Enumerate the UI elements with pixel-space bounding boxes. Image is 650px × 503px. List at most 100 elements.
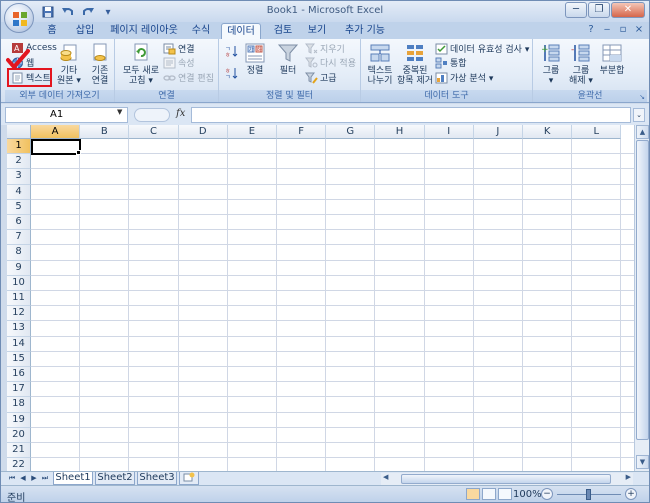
scroll-up-icon[interactable]: ▲ bbox=[636, 125, 649, 139]
consolidate-button[interactable]: 통합 bbox=[435, 56, 467, 69]
insert-sheet-button[interactable] bbox=[179, 472, 199, 485]
row-header-16[interactable]: 16 bbox=[7, 367, 31, 383]
column-header-l[interactable]: L bbox=[572, 125, 622, 139]
row-header-3[interactable]: 3 bbox=[7, 169, 31, 185]
properties-button[interactable]: 속성 bbox=[163, 56, 195, 69]
restore-icon[interactable]: ▫ bbox=[617, 24, 629, 35]
row-header-22[interactable]: 22 bbox=[7, 458, 31, 471]
filter-button[interactable]: 필터 bbox=[275, 42, 301, 76]
sheet-tab-sheet3[interactable]: Sheet3 bbox=[137, 472, 177, 485]
data-validation-button[interactable]: 데이터 유효성 검사 ▾ bbox=[435, 42, 529, 55]
row-header-5[interactable]: 5 bbox=[7, 199, 31, 215]
tab-view[interactable]: 보기 bbox=[303, 23, 331, 39]
office-button[interactable] bbox=[4, 3, 34, 33]
first-sheet-icon[interactable]: ⏮ bbox=[7, 473, 17, 484]
zoom-slider-thumb[interactable] bbox=[586, 489, 591, 500]
row-header-1[interactable]: 1 bbox=[7, 139, 31, 155]
restore-button[interactable]: ❐ bbox=[588, 2, 610, 18]
tab-add-ins[interactable]: 추가 기능 bbox=[339, 23, 391, 39]
zoom-out-button[interactable]: − bbox=[541, 488, 553, 500]
close-icon[interactable]: × bbox=[633, 24, 645, 35]
row-header-9[interactable]: 9 bbox=[7, 260, 31, 276]
minimize-button[interactable]: ─ bbox=[565, 2, 587, 18]
edit-links-button[interactable]: 연결 편집 bbox=[163, 71, 214, 84]
column-header-e[interactable]: E bbox=[227, 125, 277, 139]
normal-view-button[interactable] bbox=[466, 488, 480, 500]
row-header-17[interactable]: 17 bbox=[7, 382, 31, 398]
tab-review[interactable]: 검토 bbox=[269, 23, 297, 39]
row-header-7[interactable]: 7 bbox=[7, 230, 31, 246]
row-header-6[interactable]: 6 bbox=[7, 215, 31, 231]
column-header-h[interactable]: H bbox=[375, 125, 425, 139]
group-button[interactable]: + 그룹 ▾ bbox=[537, 42, 565, 86]
tab-page-layout[interactable]: 페이지 레이아웃 bbox=[107, 23, 181, 39]
row-header-11[interactable]: 11 bbox=[7, 291, 31, 307]
next-sheet-icon[interactable]: ▶ bbox=[29, 473, 39, 484]
help-icon[interactable]: ? bbox=[585, 24, 597, 35]
tab-insert[interactable]: 삽입 bbox=[71, 23, 99, 39]
other-sources-button[interactable]: 기타 원본 ▾ bbox=[55, 42, 83, 86]
what-if-analysis-button[interactable]: 가상 분석 ▾ bbox=[435, 71, 493, 84]
row-header-12[interactable]: 12 bbox=[7, 306, 31, 322]
last-sheet-icon[interactable]: ⏭ bbox=[40, 473, 50, 484]
row-header-4[interactable]: 4 bbox=[7, 184, 31, 200]
row-header-8[interactable]: 8 bbox=[7, 245, 31, 261]
scroll-left-icon[interactable]: ◀ bbox=[383, 473, 388, 481]
vertical-scrollbar[interactable]: ▲ ▼ bbox=[634, 125, 649, 471]
row-header-18[interactable]: 18 bbox=[7, 397, 31, 413]
name-box-dropdown-icon[interactable]: ▼ bbox=[117, 108, 122, 116]
remove-duplicates-button[interactable]: 중복된 항목 제거 bbox=[395, 42, 435, 86]
insert-function-button[interactable]: fx bbox=[176, 108, 185, 119]
subtotal-button[interactable]: 부분합 bbox=[597, 42, 627, 76]
dialog-launcher-icon[interactable]: ↘ bbox=[639, 93, 645, 101]
tab-data[interactable]: 데이터 bbox=[221, 23, 261, 39]
sort-descending-button[interactable]: ㅎㄱ bbox=[225, 67, 240, 81]
close-button[interactable]: ✕ bbox=[611, 2, 645, 18]
horizontal-scrollbar[interactable]: ◀ ▶ bbox=[381, 473, 633, 485]
row-header-15[interactable]: 15 bbox=[7, 351, 31, 367]
column-header-g[interactable]: G bbox=[326, 125, 376, 139]
row-header-13[interactable]: 13 bbox=[7, 321, 31, 337]
prev-sheet-icon[interactable]: ◀ bbox=[18, 473, 28, 484]
row-header-2[interactable]: 2 bbox=[7, 154, 31, 170]
sheet-tab-sheet2[interactable]: Sheet2 bbox=[95, 472, 135, 485]
zoom-level[interactable]: 100% bbox=[513, 489, 542, 500]
row-header-10[interactable]: 10 bbox=[7, 275, 31, 291]
scroll-right-icon[interactable]: ▶ bbox=[626, 473, 631, 481]
minimize-icon[interactable]: ‒ bbox=[601, 24, 613, 35]
worksheet-grid[interactable]: ABCDEFGHIJKL 1 2 3 4 5 6 7 8 9 10 11 12 13 14 15 16 17 18… bbox=[7, 125, 634, 471]
column-header-f[interactable]: F bbox=[277, 125, 327, 139]
ungroup-button[interactable]: - 그룹 해제 ▾ bbox=[567, 42, 595, 86]
tab-formulas[interactable]: 수식 bbox=[187, 23, 215, 39]
horizontal-scroll-thumb[interactable] bbox=[401, 474, 611, 484]
row-header-19[interactable]: 19 bbox=[7, 412, 31, 428]
page-break-view-button[interactable] bbox=[498, 488, 512, 500]
zoom-in-button[interactable]: + bbox=[625, 488, 637, 500]
column-header-a[interactable]: A bbox=[31, 125, 81, 139]
row-header-21[interactable]: 21 bbox=[7, 443, 31, 459]
page-layout-view-button[interactable] bbox=[482, 488, 496, 500]
fill-handle[interactable] bbox=[76, 150, 82, 156]
tab-home[interactable]: 홈 bbox=[41, 23, 63, 39]
refresh-all-button[interactable]: 모두 새로 고침 ▾ bbox=[121, 42, 161, 86]
column-header-k[interactable]: K bbox=[523, 125, 573, 139]
connections-button[interactable]: 연결 bbox=[163, 42, 195, 55]
column-header-i[interactable]: I bbox=[424, 125, 474, 139]
clear-filter-button[interactable]: 지우기 bbox=[305, 42, 345, 55]
advanced-filter-button[interactable]: 고급 bbox=[305, 71, 337, 84]
column-header-d[interactable]: D bbox=[178, 125, 228, 139]
reapply-button[interactable]: 다시 적용 bbox=[305, 56, 356, 69]
row-header-20[interactable]: 20 bbox=[7, 427, 31, 443]
column-header-j[interactable]: J bbox=[473, 125, 523, 139]
existing-connections-button[interactable]: 기존 연결 bbox=[87, 42, 113, 86]
column-header-c[interactable]: C bbox=[129, 125, 179, 139]
row-header-14[interactable]: 14 bbox=[7, 336, 31, 352]
active-cell[interactable] bbox=[31, 139, 82, 156]
vertical-scroll-thumb[interactable] bbox=[636, 140, 649, 440]
scroll-down-icon[interactable]: ▼ bbox=[636, 455, 649, 469]
sort-ascending-button[interactable]: ㄱㅎ bbox=[225, 45, 240, 59]
formula-input[interactable] bbox=[191, 107, 631, 123]
expand-formula-bar-icon[interactable]: ⌄ bbox=[633, 108, 645, 122]
select-all-button[interactable] bbox=[7, 125, 31, 139]
name-box[interactable]: A1 bbox=[5, 107, 128, 123]
